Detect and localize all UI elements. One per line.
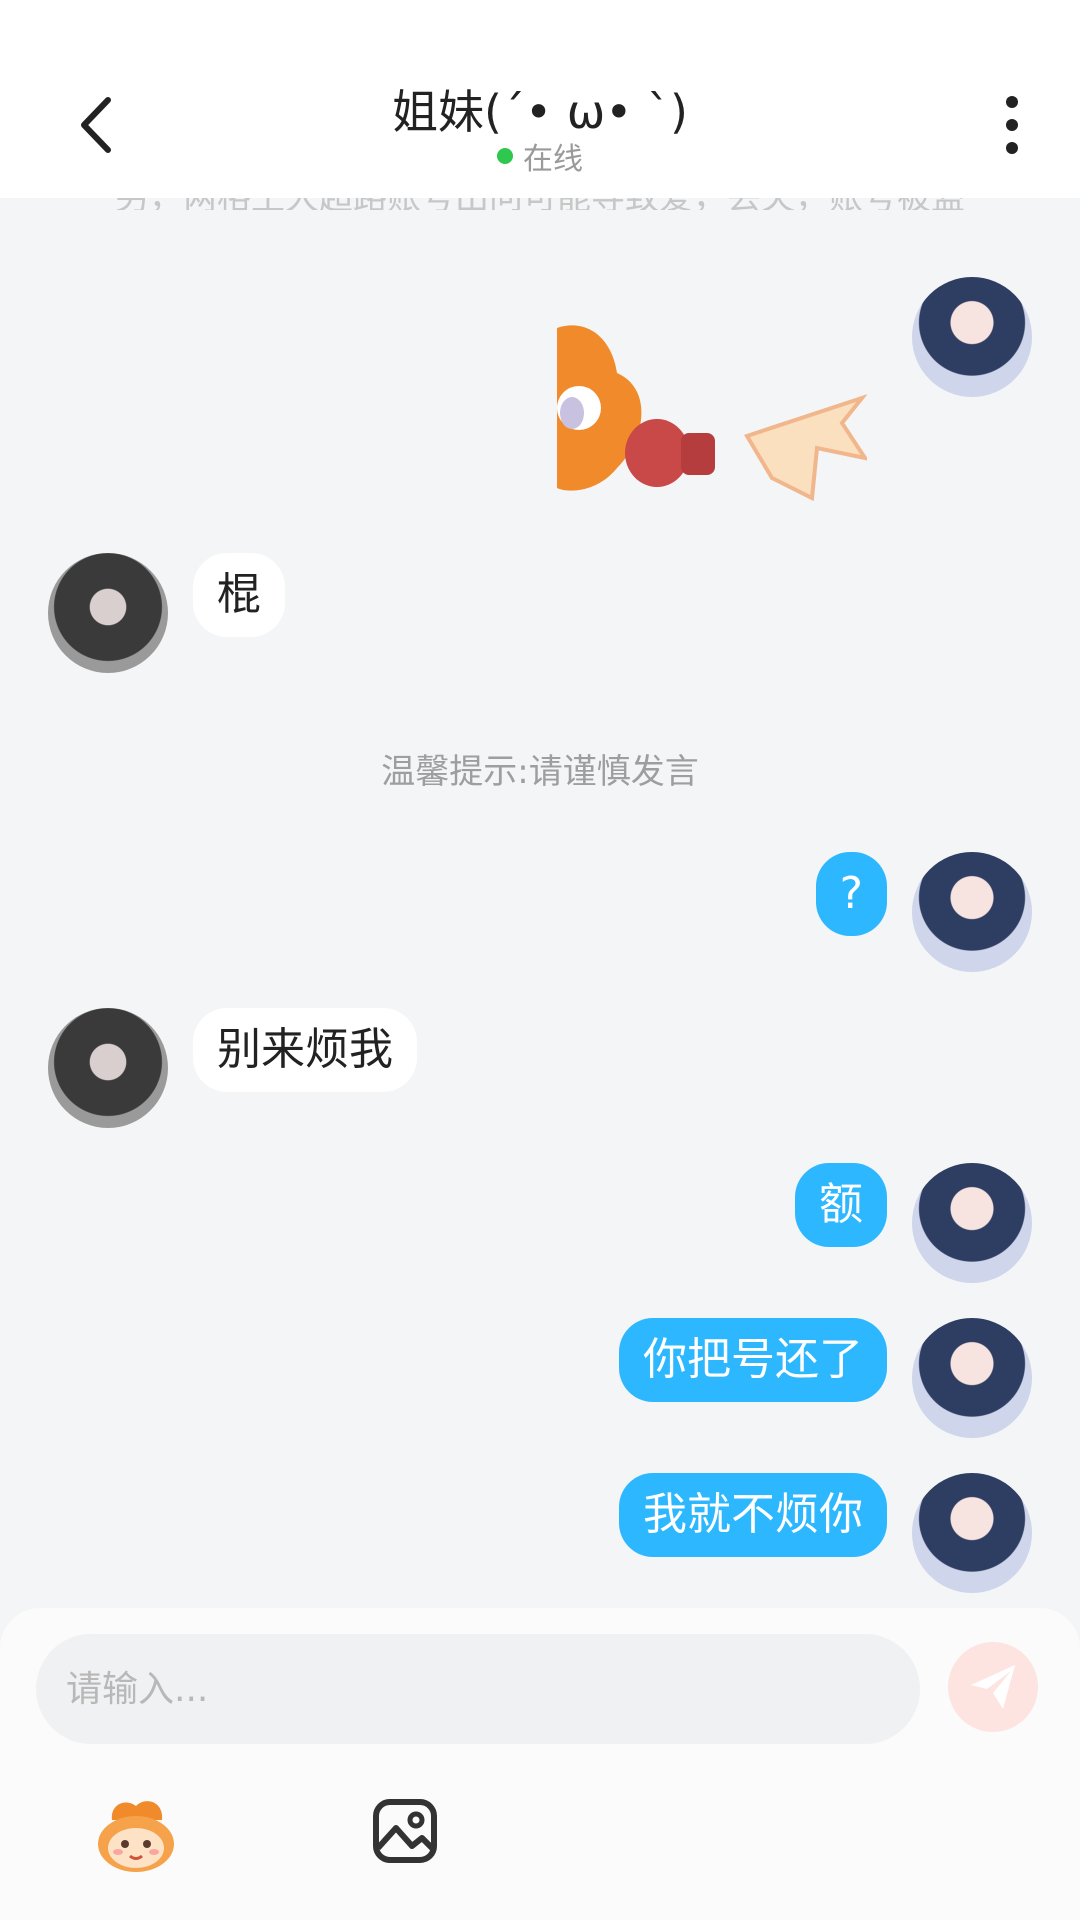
more-options-button[interactable]	[984, 92, 1040, 158]
chat-header: 姐妹(´• ω• `) 在线	[0, 0, 1080, 198]
message-bubble[interactable]: 棍	[193, 553, 285, 637]
friend-avatar[interactable]	[48, 1008, 168, 1128]
friend-avatar[interactable]	[48, 553, 168, 673]
message-bubble[interactable]: 我就不烦你	[619, 1473, 887, 1557]
message-bubble[interactable]: ?	[815, 852, 887, 936]
online-status-label: 在线	[523, 142, 583, 177]
send-button[interactable]	[948, 1642, 1038, 1732]
input-panel	[0, 1608, 1080, 1920]
my-avatar[interactable]	[912, 852, 1032, 972]
sticker-message[interactable]	[557, 318, 870, 508]
message-input[interactable]	[64, 1667, 888, 1711]
message-bubble[interactable]: 你把号还了	[619, 1318, 887, 1402]
my-avatar[interactable]	[912, 277, 1032, 397]
my-avatar[interactable]	[912, 1318, 1032, 1438]
more-vertical-icon	[1006, 96, 1018, 154]
warning-hint: 温馨提示:请谨慎发言	[381, 752, 699, 792]
send-icon	[971, 1665, 1015, 1709]
emoji-button[interactable]	[92, 1794, 180, 1876]
message-bubble[interactable]: 额	[795, 1163, 887, 1247]
online-status: 在线	[0, 134, 1080, 178]
chat-title: 姐妹(´• ω• `)	[392, 85, 688, 139]
message-input-box[interactable]	[36, 1634, 920, 1744]
my-avatar[interactable]	[912, 1163, 1032, 1283]
message-bubble[interactable]: 别来烦我	[193, 1008, 417, 1092]
emoji-mascot-icon	[98, 1801, 174, 1872]
image-button[interactable]	[372, 1798, 438, 1864]
online-dot-icon	[497, 148, 513, 164]
my-avatar[interactable]	[912, 1473, 1032, 1593]
image-icon	[373, 1799, 437, 1863]
